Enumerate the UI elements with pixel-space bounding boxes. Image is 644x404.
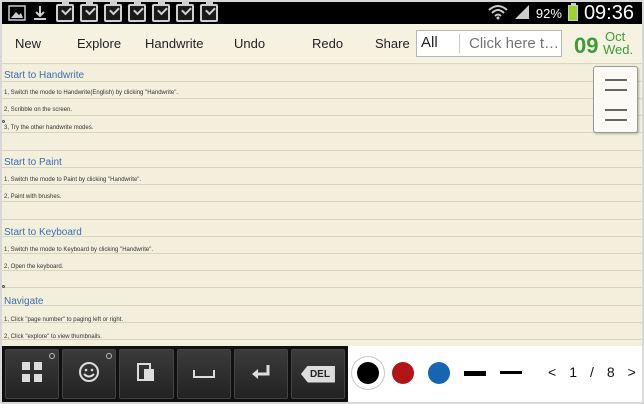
search-input[interactable] [469,35,559,52]
bullet-dot [2,285,5,288]
download-icon [32,5,50,21]
task-icon [176,1,194,22]
enter-icon [250,363,272,386]
delete-key[interactable]: DEL [290,349,346,399]
grid-icon [21,361,43,388]
paste-icon [135,361,157,388]
new-button[interactable]: New [15,36,41,51]
stroke-thick[interactable] [464,371,486,376]
date-day: 09 [574,33,599,58]
status-bar: 92% 09:36 [2,1,642,24]
next-page-button[interactable]: > [628,364,636,380]
ruled-line [2,132,642,133]
color-red[interactable] [392,362,414,384]
ruled-line [2,219,642,220]
explore-button[interactable]: Explore [77,36,121,51]
space-key[interactable] [176,349,231,399]
handwrite-button[interactable]: Handwrite [145,36,204,51]
page-navigator: < 1 / 8 > [548,364,636,380]
corner-dot-icon [49,353,56,359]
stroke-thin[interactable] [500,371,522,374]
smiley-icon [78,361,100,388]
note-text: 3, Try the other handwrite modes. [4,125,94,131]
ruled-line [2,167,642,168]
divider [459,34,460,53]
enter-key[interactable] [233,349,288,399]
gallery-icon [8,5,26,21]
task-icon [200,1,218,22]
menu-icon [605,119,627,121]
battery-percent: 92% [535,5,562,21]
status-right: 92% 09:36 [488,2,634,24]
emoticon-key[interactable] [62,349,117,399]
ruled-line [2,270,642,271]
share-button[interactable]: Share [375,36,410,51]
ruled-line [2,253,642,254]
layout-key[interactable] [5,349,60,399]
section-heading: Start to Keyboard [4,227,82,238]
ruled-line [2,81,642,82]
ruled-line [2,287,642,288]
note-text: 2, Scribble on the screen. [4,107,73,113]
notification-icons [8,1,218,22]
space-icon [192,364,216,385]
color-blue[interactable] [428,362,450,384]
wifi-icon [488,4,508,23]
section-heading: Navigate [4,296,44,307]
note-text: 1, Switch the mode to Keyboard by clicki… [4,247,153,253]
undo-button[interactable]: Undo [234,36,265,51]
section-heading: Start to Handwrite [4,70,85,81]
menu-icon [605,89,627,91]
date-weekday: Wed. [603,42,634,57]
menu-icon [605,109,627,111]
note-page[interactable]: Start to Handwrite 1, Switch the mode to… [2,65,642,346]
menu-button[interactable] [593,66,638,133]
note-text: 2, Open the keyboard. [4,264,64,270]
redo-button[interactable]: Redo [312,36,343,51]
clock: 09:36 [583,1,634,24]
note-text: 1, Switch the mode to Paint by clicking … [4,177,141,183]
note-text: 1, Click "page number" to paging left or… [4,317,123,323]
note-text: 2, Click "explore" to view thumbnails. [4,334,102,340]
menu-icon [605,79,627,81]
ruled-line [2,184,642,185]
ruled-line [2,236,642,237]
task-icon [80,1,98,22]
color-black[interactable] [357,362,379,384]
input-key-bar: DEL [2,346,348,402]
ruled-line [2,201,642,202]
tag-search-box: All [416,30,562,57]
ruled-line [2,115,642,116]
battery-icon [567,3,578,21]
paste-key[interactable] [119,349,174,399]
total-pages: 8 [606,364,615,380]
del-label: DEL [300,365,335,383]
note-text: 2, Paint with brushes. [4,194,62,200]
task-icon [128,1,146,22]
prev-page-button[interactable]: < [548,364,556,380]
tag-filter-select[interactable]: All [421,34,438,51]
note-text: 1, Switch the mode to Handwrite(English)… [4,90,178,96]
page-separator: / [589,364,594,380]
section-heading: Start to Paint [4,157,62,168]
current-page[interactable]: 1 [569,364,577,380]
ruled-line [2,98,642,99]
task-icon [152,1,170,22]
task-icon [104,1,122,22]
signal-icon [514,4,530,23]
corner-dot-icon [106,353,113,359]
bullet-dot [2,120,5,123]
toolbar: New Explore Handwrite Undo Redo Share Al… [2,24,642,64]
task-icon [56,1,74,22]
pen-palette: < 1 / 8 > [348,346,642,402]
ruled-line [2,150,642,151]
ruled-line [2,305,642,306]
